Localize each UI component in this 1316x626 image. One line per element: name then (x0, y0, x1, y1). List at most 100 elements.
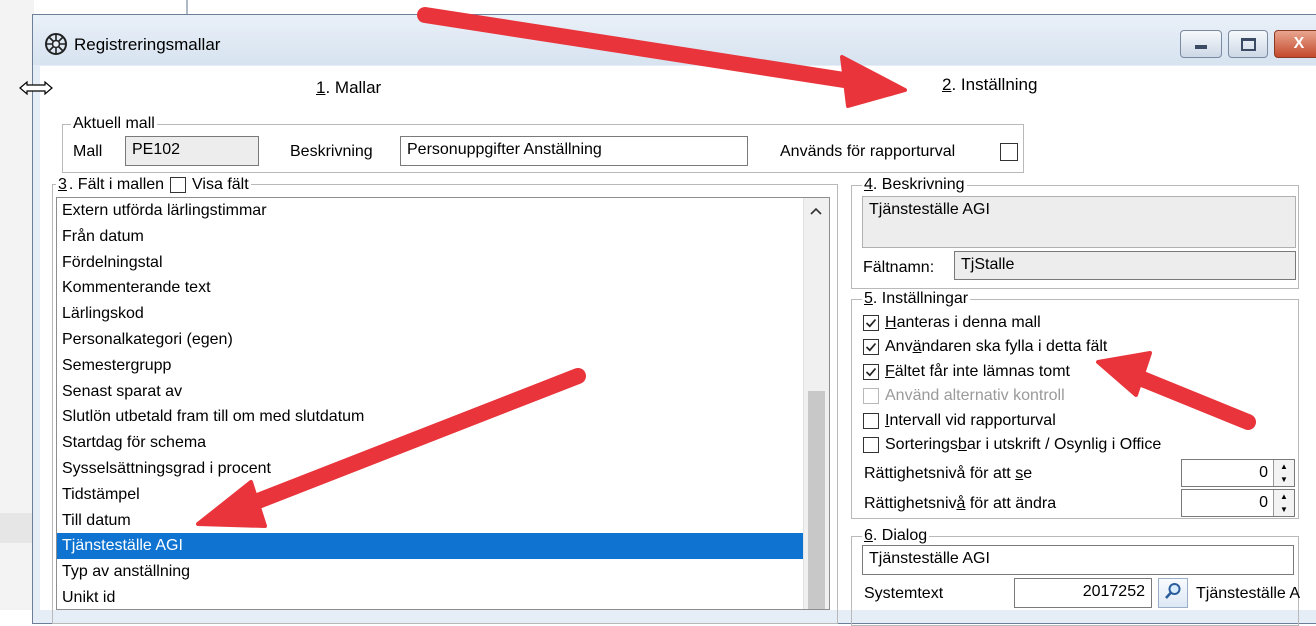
dialog-legend: 6. Dialog (862, 527, 930, 545)
fieldname-field[interactable]: TjStalle (954, 251, 1296, 280)
settings-option-checkbox[interactable] (863, 363, 879, 380)
scrollbar-thumb[interactable] (808, 391, 825, 609)
description-legend-mnemonic: 4 (864, 176, 873, 193)
list-item[interactable]: Extern utförda lärlingstimmar (57, 198, 804, 224)
minimize-button[interactable] (1180, 30, 1222, 58)
systemtext-search-button[interactable] (1158, 578, 1188, 608)
maximize-icon (1240, 37, 1256, 51)
list-item[interactable]: Sysselsättningsgrad i procent (57, 456, 804, 482)
settings-option-label: Fältet får inte lämnas tomt (885, 363, 1070, 381)
description-text: Tjänsteställe AGI (862, 196, 1296, 248)
list-item[interactable]: Tjänsteställe AGI (57, 533, 804, 560)
scroll-up-icon[interactable] (808, 204, 824, 222)
description-field[interactable]: Personuppgifter Anställning (400, 136, 748, 166)
settings-option-label-text: Sorterings (885, 436, 958, 453)
title-bar[interactable] (33, 15, 1316, 65)
list-item[interactable]: Från datum (57, 224, 804, 250)
settings-option-checkbox (863, 388, 879, 405)
list-item[interactable]: Senast sparat av (57, 379, 804, 405)
rights-change-label-tail: för att ändra (965, 495, 1057, 512)
rights-change-label-text: Rättighetsniv (864, 495, 957, 512)
settings-option[interactable]: Intervall vid rapporturval (863, 412, 1056, 430)
settings-option-label-tail: ndaren ska fylla i detta fält (921, 338, 1108, 356)
settings-option-checkbox[interactable] (863, 437, 879, 453)
settings-option-label-tail: ntervall vid rapporturval (889, 411, 1056, 429)
rights-change-spinner[interactable]: 0 ▲ ▼ (1181, 489, 1295, 517)
fieldname-label: Fältnamn: (863, 259, 935, 276)
checkmark-icon (865, 367, 877, 377)
settings-option-label-tail: ar i utskrift / Osynlig i Office (966, 436, 1162, 453)
spin-down-icon[interactable]: ▼ (1273, 503, 1294, 516)
settings-option-mnemonic: H (885, 314, 897, 331)
maximize-button[interactable] (1228, 30, 1268, 58)
minimize-icon (1195, 45, 1207, 49)
tab-mallar-label: . Mallar (325, 78, 382, 97)
settings-option-label: Intervall vid rapporturval (885, 412, 1056, 430)
settings-option-label-tail: Använd alternativ kontroll (885, 387, 1065, 405)
tab-installning[interactable]: 2. Inställning (942, 75, 1037, 95)
list-item[interactable]: Tidstämpel (57, 482, 804, 508)
list-item[interactable]: Lärlingskod (57, 301, 804, 327)
list-item[interactable]: Typ av anställning (57, 559, 804, 585)
search-icon (1163, 581, 1183, 606)
report-selection-label: Används för rapporturval (780, 143, 956, 160)
settings-option[interactable]: Hanteras i denna mall (863, 314, 1041, 332)
tab-mallar[interactable]: 1. Mallar (316, 78, 381, 98)
list-item[interactable]: Unikt id (57, 585, 804, 609)
template-code-field[interactable]: PE102 (125, 136, 259, 166)
checkmark-icon (865, 318, 877, 328)
report-selection-checkbox[interactable] (1000, 143, 1018, 161)
rights-see-label-text: Rättighetsnivå för att (864, 465, 1016, 482)
settings-option[interactable]: Sorteringsbar i utskrift / Osynlig i Off… (863, 436, 1161, 454)
settings-option-label-tail: anteras i denna mall (896, 314, 1041, 331)
settings-option-checkbox[interactable] (863, 315, 879, 331)
settings-option-label: Hanteras i denna mall (885, 314, 1041, 332)
list-item[interactable]: Personalkategori (egen) (57, 327, 804, 353)
description-legend: 4. Beskrivning (862, 176, 967, 194)
settings-option-mnemonic: b (957, 436, 967, 453)
rights-see-mnemonic: s (1015, 465, 1024, 482)
settings-legend: 5. Inställningar (862, 290, 971, 308)
settings-option[interactable]: Fältet får inte lämnas tomt (863, 363, 1070, 381)
close-button[interactable]: X (1274, 30, 1316, 58)
fields-list[interactable]: Extern utförda lärlingstimmar Från datum F… (56, 197, 830, 610)
background-strip (0, 513, 34, 543)
settings-option[interactable]: Användaren ska fylla i detta fält (863, 338, 1107, 356)
settings-option-label-tail: ältet får inte lämnas tomt (894, 362, 1070, 380)
systemtext-description: Tjänsteställe A (1196, 585, 1301, 602)
vertical-scrollbar[interactable] (803, 198, 829, 609)
dialog-legend-label: . Dialog (872, 527, 928, 544)
settings-option-checkbox[interactable] (863, 339, 879, 356)
fields-legend: 3. Fält i mallen Visa fält (56, 176, 251, 194)
list-item[interactable]: Startdag för schema (57, 430, 804, 456)
settings-option-checkbox[interactable] (863, 412, 879, 429)
settings-option-label: Användaren ska fylla i detta fält (885, 338, 1107, 356)
list-item[interactable]: Kommenterande text (57, 275, 804, 301)
rights-change-label: Rättighetsnivå för att ändra (864, 495, 1056, 513)
systemtext-field[interactable]: 2017252 (1014, 578, 1152, 608)
description-legend-label: . Beskrivning (872, 176, 965, 193)
settings-option-label-text: Anv (885, 338, 913, 356)
rights-see-label-tail: e (1023, 465, 1033, 482)
list-item[interactable]: Slutlön utbetald fram till om med slutda… (57, 404, 804, 430)
rights-see-value: 0 (1259, 464, 1268, 481)
show-fields-label: Visa fält (192, 176, 249, 193)
list-item[interactable]: Fördelningstal (57, 250, 804, 276)
app-icon (44, 32, 68, 56)
fields-legend-label: . Fält i mallen (68, 176, 165, 193)
settings-option-label: Sorteringsbar i utskrift / Osynlig i Off… (885, 436, 1161, 454)
settings-option-mnemonic: F (885, 362, 895, 380)
settings-option-label: Använd alternativ kontroll (885, 387, 1065, 405)
show-fields-checkbox[interactable] (170, 177, 187, 193)
rights-see-spinner[interactable]: 0 ▲ ▼ (1181, 459, 1295, 487)
rights-change-value: 0 (1259, 494, 1268, 511)
close-icon: X (1293, 35, 1305, 52)
resize-cursor-icon[interactable] (18, 80, 54, 96)
checkmark-icon (865, 343, 877, 352)
list-item[interactable]: Semestergrupp (57, 353, 804, 379)
window-title: Registreringsmallar (74, 35, 221, 54)
dialog-text-field[interactable]: Tjänsteställe AGI (862, 545, 1294, 575)
list-item[interactable]: Till datum (57, 508, 804, 534)
tab-installning-label: . Inställning (951, 75, 1038, 94)
settings-legend-mnemonic: 5 (864, 290, 873, 307)
